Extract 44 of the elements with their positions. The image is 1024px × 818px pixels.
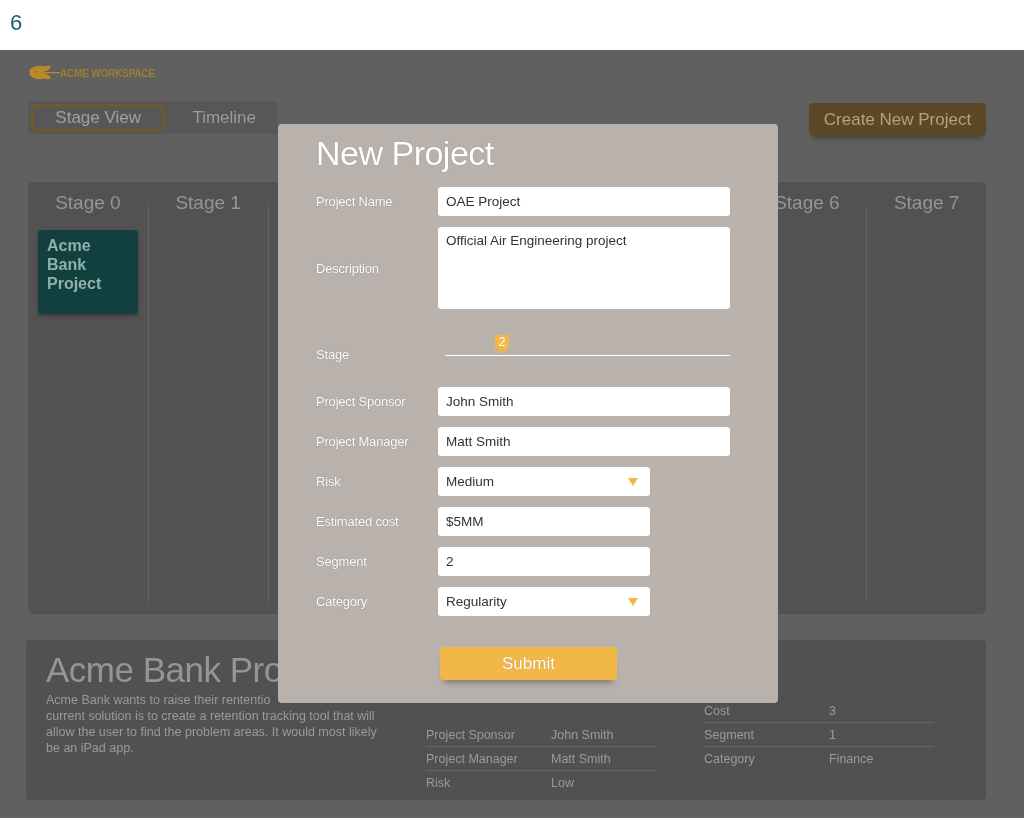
field-label: Segment [316,554,368,569]
field-label: Stage [316,347,350,362]
wheat-logo-icon [28,64,62,82]
text-field[interactable]: John Smith [438,387,730,416]
text-area[interactable]: Official Air Engineering project [438,227,730,309]
caret-icon [628,597,638,606]
project-description: Acme Bank wants to raise their rententio current solution is to create a retention tracking tool that will allow the user to find the problem areas. It would most likely be an iPad app. [46,692,378,756]
dropdown[interactable]: Medium [438,467,650,496]
stage-heading: Stage 0 [54,192,122,214]
detail-label: Risk [426,776,452,790]
create-project-button[interactable]: Create New Project [809,103,986,136]
dropdown[interactable]: Regularity [438,587,650,616]
field-label: Description [316,260,380,276]
detail-value: 3 [829,703,836,718]
stage-heading: Stage 1 [174,192,242,214]
detail-value: Matt Smith [551,751,611,766]
detail-label: Project Sponsor [426,727,516,742]
detail-value: Finance [829,752,874,766]
page-number: 6 [10,10,23,36]
text-field[interactable]: $5MM [438,507,650,536]
dropdown-value: Regularity [446,594,507,609]
stage-heading: Stage 7 [892,192,961,214]
caret-icon [628,477,638,486]
project-card[interactable]: Acme Bank Project [38,230,138,314]
text-field[interactable]: OAE Project [438,187,730,216]
detail-label: Category [704,752,756,766]
detail-label: Cost [704,703,731,718]
field-label: Project Manager [316,434,410,449]
field-label: Estimated cost [316,514,400,529]
stage-heading: Stage 6 [773,192,841,214]
field-label: Category [316,594,369,609]
detail-label: Project Manager [426,751,519,766]
field-label: Project Name [316,194,394,209]
logo-text: ACME WORKSPACE [60,67,155,79]
detail-value: 1 [829,727,836,742]
text-field[interactable]: Matt Smith [438,427,730,456]
dropdown-value: Medium [446,474,494,489]
dialog-title: New Project [316,134,495,174]
field-label: Project Sponsor [316,394,407,409]
detail-value: John Smith [551,727,614,742]
field-label: Risk [316,474,342,489]
detail-value: Low [551,776,574,790]
text-field[interactable]: 2 [438,547,650,576]
detail-label: Segment [704,727,756,742]
